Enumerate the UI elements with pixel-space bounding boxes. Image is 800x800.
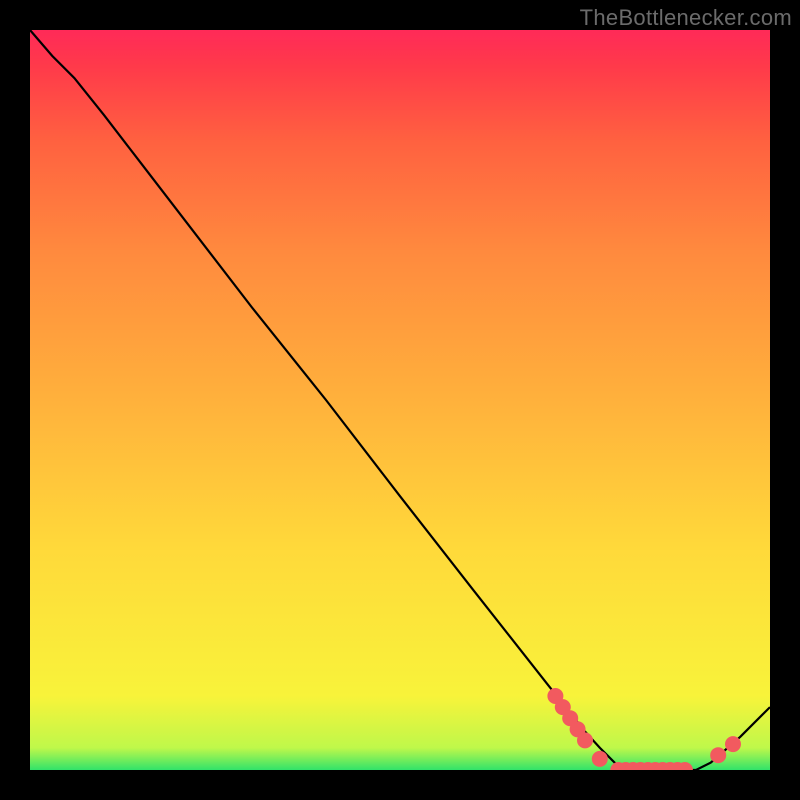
gradient-bg: [30, 30, 770, 770]
data-marker: [592, 751, 608, 767]
chart-wrapper: TheBottlenecker.com: [0, 0, 800, 800]
data-marker: [577, 732, 593, 748]
data-marker: [725, 736, 741, 752]
source-attribution: TheBottlenecker.com: [580, 5, 792, 31]
chart-plot: [30, 30, 770, 770]
data-marker: [710, 747, 726, 763]
